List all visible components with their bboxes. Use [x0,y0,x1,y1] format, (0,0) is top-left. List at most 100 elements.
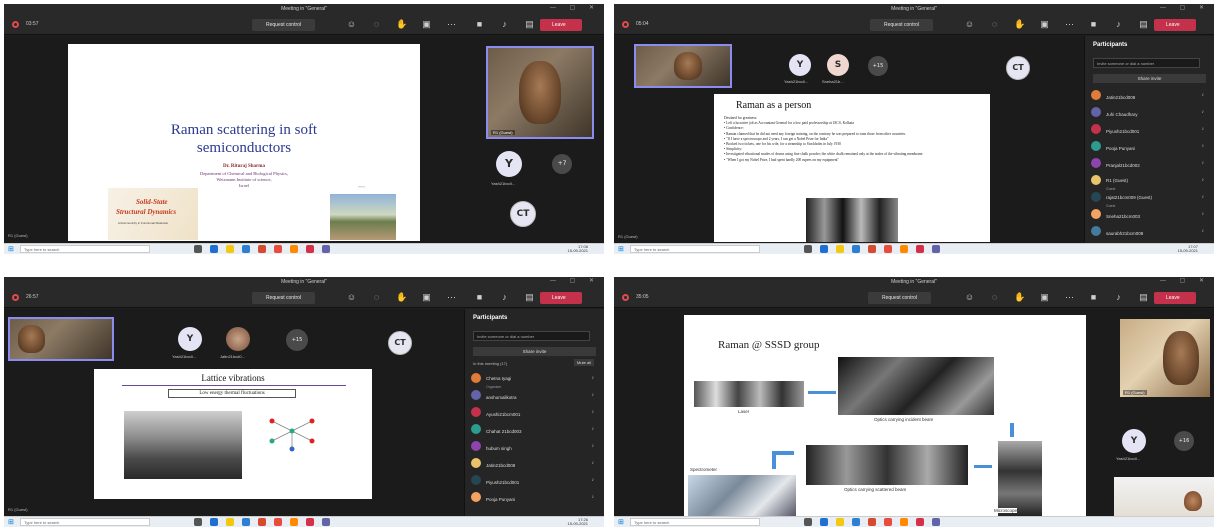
mic-icon[interactable]: ♪ [499,292,510,303]
store-icon[interactable] [242,518,250,526]
chrome-icon[interactable] [868,245,876,253]
rooms-icon[interactable]: ▣ [421,19,432,30]
presenter-camera[interactable] [8,317,114,361]
rooms-icon[interactable]: ▣ [1039,292,1050,303]
app-icon[interactable] [900,518,908,526]
participant-row[interactable]: hubum singh ♪ [471,437,596,454]
reactions-icon[interactable]: ✋ [396,19,407,30]
avatar-y[interactable]: Y [1122,429,1146,453]
app2-icon[interactable] [916,518,924,526]
store-icon[interactable] [852,245,860,253]
chrome-icon[interactable] [258,245,266,253]
chat-icon[interactable]: ◌ [371,292,382,303]
more-icon[interactable]: ⋯ [1064,292,1075,303]
mic-icon[interactable]: ♪ [1113,292,1124,303]
taskbar-search-input[interactable]: Type here to search [630,245,760,253]
explorer-icon[interactable] [836,518,844,526]
rooms-icon[interactable]: ▣ [1039,19,1050,30]
people-icon[interactable]: ☺ [964,292,975,303]
more-icon[interactable]: ⋯ [1064,19,1075,30]
camera-icon[interactable]: ■ [474,19,485,30]
mute-all-button[interactable]: Mute all [573,359,594,366]
more-icon[interactable]: ⋯ [446,292,457,303]
window-controls[interactable]: — ▢ ✕ [1160,4,1210,11]
office-icon[interactable] [274,245,282,253]
teams-icon[interactable] [932,245,940,253]
avatar-s[interactable]: S [827,54,849,76]
request-control-button[interactable]: Request control [868,292,932,304]
reactions-icon[interactable]: ✋ [1014,19,1025,30]
leave-button[interactable]: Leave [1154,292,1196,304]
avatar-y[interactable]: Y [496,151,522,177]
more-participants[interactable]: +15 [286,329,308,351]
leave-button[interactable]: Leave [540,292,582,304]
share-invite-button[interactable]: Share invite [1093,74,1206,83]
office-icon[interactable] [884,518,892,526]
taskbar-search-input[interactable]: Type here to search [20,518,150,526]
explorer-icon[interactable] [836,245,844,253]
reactions-icon[interactable]: ✋ [1014,292,1025,303]
windows-start-icon[interactable]: ⊞ [8,246,14,253]
invite-input[interactable]: Invite someone or dial a number [1093,58,1200,68]
store-icon[interactable] [852,518,860,526]
windows-start-icon[interactable]: ⊞ [618,519,624,526]
participant-row[interactable]: Juhi Chaudhary ♪ [1091,103,1206,120]
invite-input[interactable]: Invite someone or dial a number [473,331,590,341]
participant-row[interactable]: anshumalikotra ♪ [471,386,596,403]
participant-row[interactable]: rajat21bcm009 (Guest) Guest ♪ [1091,188,1206,208]
camera-icon[interactable]: ■ [474,292,485,303]
presenter-camera[interactable] [634,44,732,88]
participant-row[interactable]: saurabh21bcm008 ♪ [1091,222,1206,239]
reactions-icon[interactable]: ✋ [396,292,407,303]
leave-button[interactable]: Leave [1154,19,1196,31]
mic-icon[interactable]: ♪ [499,19,510,30]
participant-row[interactable]: Jatin21bcd008 ♪ [1091,86,1206,103]
chat-icon[interactable]: ◌ [989,292,1000,303]
office-icon[interactable] [274,518,282,526]
chat-icon[interactable]: ◌ [371,19,382,30]
people-icon[interactable]: ☺ [964,19,975,30]
app2-icon[interactable] [306,518,314,526]
windows-start-icon[interactable]: ⊞ [8,519,14,526]
chrome-icon[interactable] [868,518,876,526]
leave-button[interactable]: Leave [540,19,582,31]
more-participants[interactable]: +7 [552,154,572,174]
vibration-video[interactable] [124,411,242,479]
participant-row[interactable]: Pooja Punyani ♪ [471,488,596,505]
rooms-icon[interactable]: ▣ [421,292,432,303]
people-icon[interactable]: ☺ [346,19,357,30]
share-icon[interactable]: ▤ [1138,292,1149,303]
request-control-button[interactable]: Request control [252,19,316,31]
app2-icon[interactable] [916,245,924,253]
avatar-ct[interactable]: CT [1006,56,1030,80]
office-icon[interactable] [884,245,892,253]
avatar-y[interactable]: Y [178,327,202,351]
avatar-ct[interactable]: CT [510,201,536,227]
avatar-ct[interactable]: CT [388,331,412,355]
share-icon[interactable]: ▤ [1138,19,1149,30]
participant-row[interactable]: Chetna tyagi Organizer ♪ [471,369,596,389]
participant-row[interactable]: Pooja Punyani ♪ [1091,137,1206,154]
avatar-photo[interactable] [226,327,250,351]
taskbar-search-input[interactable]: Type here to search [630,518,760,526]
window-controls[interactable]: — ▢ ✕ [550,4,600,11]
chrome-icon[interactable] [258,518,266,526]
camera-icon[interactable]: ■ [1088,292,1099,303]
share-icon[interactable]: ▤ [524,292,535,303]
people-icon[interactable]: ☺ [346,292,357,303]
share-invite-button[interactable]: Share invite [473,347,596,356]
chat-icon[interactable]: ◌ [989,19,1000,30]
task-view-icon[interactable] [194,518,202,526]
camera-icon[interactable]: ■ [1088,19,1099,30]
participant-row[interactable]: Ayushi21bcm001 ♪ [471,403,596,420]
app-icon[interactable] [290,518,298,526]
participant-row[interactable]: Sneha21bcm003 ♪ [1091,205,1206,222]
windows-start-icon[interactable]: ⊞ [618,246,624,253]
share-icon[interactable]: ▤ [524,19,535,30]
edge-icon[interactable] [820,245,828,253]
participant-row[interactable]: Jatin21bcd008 ♪ [471,454,596,471]
window-controls[interactable]: — ▢ ✕ [1160,277,1210,284]
store-icon[interactable] [242,245,250,253]
window-controls[interactable]: — ▢ ✕ [550,277,600,284]
task-view-icon[interactable] [804,245,812,253]
